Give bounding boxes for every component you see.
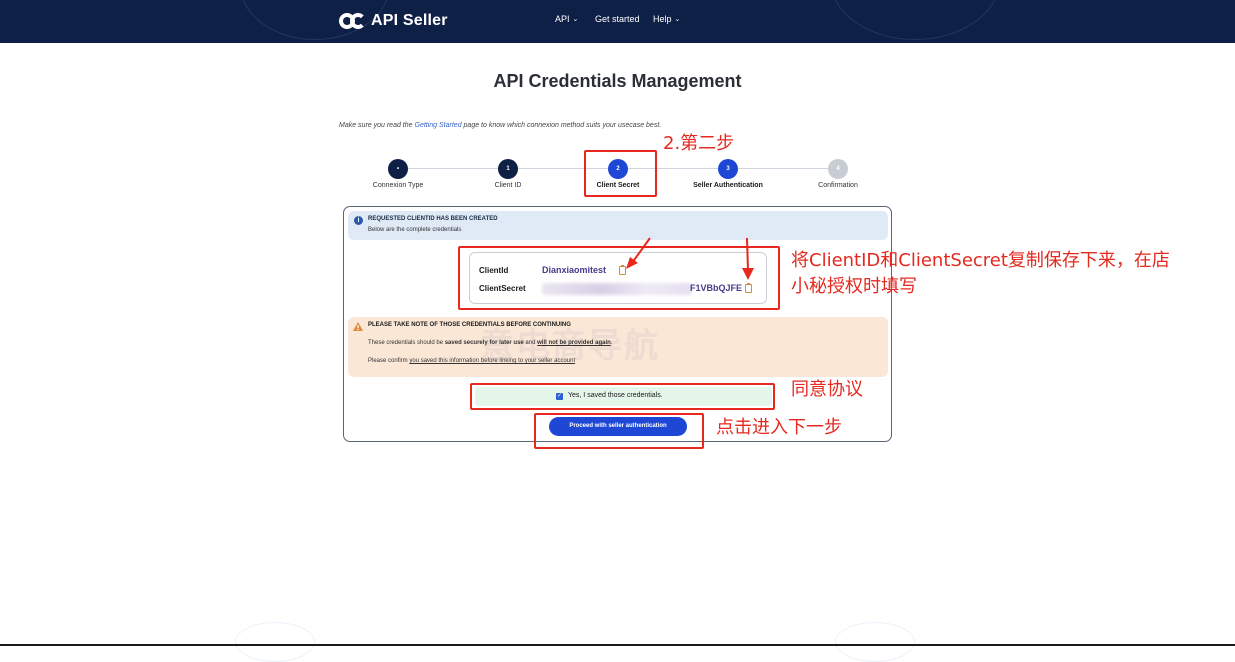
- page-title: API Credentials Management: [493, 71, 742, 91]
- brand-name: API Seller: [371, 12, 448, 29]
- nav-item-label: Help: [653, 14, 672, 24]
- intro-suffix: page to know which connexion method suit…: [461, 122, 662, 129]
- annotation-box-agree: [470, 383, 775, 410]
- step-dot-confirmation: 4: [828, 159, 848, 179]
- warning-emphasis: you saved this information before linkin…: [409, 358, 576, 364]
- nav-item-label: API: [555, 14, 570, 24]
- step-dot-seller-authentication: 3: [718, 159, 738, 179]
- annotation-agree: 同意协议: [791, 379, 863, 400]
- annotation-arrow-icon: [626, 237, 651, 269]
- top-navbar: API Seller API ⌄ Get started Help ⌄: [0, 0, 1235, 43]
- step-dot-connexion-type: •: [388, 159, 408, 179]
- annotation-next: 点击进入下一步: [716, 417, 842, 438]
- annotation-copy-note-line2: 小秘授权时填写: [791, 276, 917, 297]
- info-icon: i: [354, 216, 363, 225]
- warning-emphasis: saved securely for later use: [444, 340, 524, 346]
- getting-started-link[interactable]: Getting Started: [415, 122, 462, 129]
- warning-line-2: Please confirm you saved this informatio…: [368, 358, 575, 364]
- intro-prefix: Make sure you read the: [339, 122, 415, 129]
- footer-decoration: [835, 622, 915, 662]
- warning-title: PLEASE TAKE NOTE OF THOSE CREDENTIALS BE…: [368, 322, 571, 328]
- warning-emphasis: will not be provided again: [537, 340, 611, 346]
- warning-text: and: [523, 340, 538, 346]
- nav-item-api[interactable]: API ⌄: [555, 14, 578, 24]
- footer-decoration: [235, 622, 315, 662]
- step-label-connexion-type: Connexion Type: [372, 182, 424, 189]
- annotation-box-step2: [584, 150, 657, 197]
- header-decoration: [830, 0, 1000, 40]
- info-title: REQUESTED CLIENTID HAS BEEN CREATED: [368, 216, 498, 222]
- annotation-box-next: [534, 413, 704, 449]
- step-dot-client-id: 1: [498, 159, 518, 179]
- annotation-step2: 2.第二步: [663, 133, 735, 154]
- step-label-client-id: Client ID: [494, 182, 522, 189]
- nav-item-help[interactable]: Help ⌄: [653, 14, 680, 24]
- brand-logo[interactable]: API Seller: [339, 10, 448, 32]
- nav-item-get-started[interactable]: Get started: [595, 14, 640, 24]
- warning-line-1: These credentials should be saved secure…: [368, 340, 612, 346]
- step-label-confirmation: Confirmation: [818, 182, 858, 189]
- nav-item-label: Get started: [595, 14, 640, 24]
- warning-icon: [353, 322, 363, 331]
- step-label-seller-authentication: Seller Authentication: [693, 182, 763, 189]
- brand-logo-icon: [339, 11, 367, 31]
- annotation-box-credentials: [458, 246, 780, 310]
- annotation-arrow-icon: [742, 237, 754, 280]
- annotation-copy-note-line1: 将ClientID和ClientSecret复制保存下来，在店: [791, 250, 1170, 271]
- info-subtitle: Below are the complete credentials: [368, 227, 462, 233]
- warning-text: These credentials should be: [368, 340, 445, 346]
- chevron-down-icon: ⌄: [674, 16, 681, 23]
- chevron-down-icon: ⌄: [572, 16, 579, 23]
- warning-text: .: [610, 340, 613, 346]
- warning-text: Please confirm: [368, 358, 410, 364]
- intro-text: Make sure you read the Getting Started p…: [339, 122, 661, 129]
